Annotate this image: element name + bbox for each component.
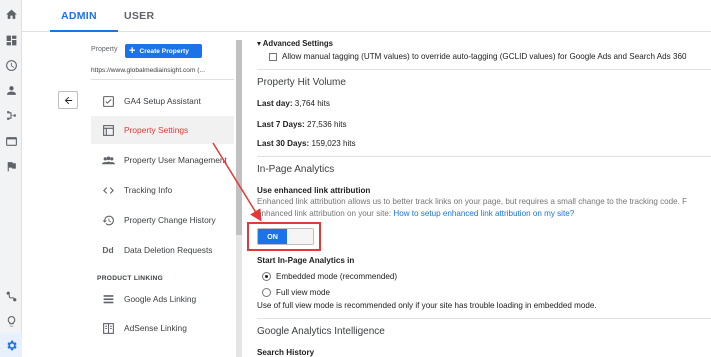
menu-item-google-ads-linking[interactable]: Google Ads Linking xyxy=(91,285,234,313)
google-ads-icon xyxy=(97,292,119,306)
embedded-mode-radio[interactable] xyxy=(262,272,271,281)
advanced-settings-toggle[interactable]: ▾ Advanced Settings xyxy=(257,39,333,48)
menu-item-adsense-linking[interactable]: AdSense Linking xyxy=(91,314,234,342)
analytics-intelligence-heading: Google Analytics Intelligence xyxy=(257,326,385,337)
customization-icon[interactable] xyxy=(4,33,18,47)
realtime-clock-icon[interactable] xyxy=(4,58,18,72)
menu-item-data-deletion-requests[interactable]: Dd Data Deletion Requests xyxy=(91,236,234,264)
full-view-mode-radio[interactable] xyxy=(262,288,271,297)
property-label: Property xyxy=(91,46,118,53)
code-icon xyxy=(97,183,119,197)
divider xyxy=(257,156,711,157)
collapse-back-button[interactable] xyxy=(58,91,78,109)
enhanced-link-description-text: enhanced link attribution on your site: xyxy=(257,209,392,218)
enhanced-link-description: Enhanced link attribution allows us to b… xyxy=(257,197,688,206)
property-hit-volume-heading: Property Hit Volume xyxy=(257,77,346,88)
last-30-days-label: Last 30 Days: xyxy=(257,139,310,148)
menu-item-property-user-management[interactable]: Property User Management xyxy=(91,146,234,174)
admin-tabs-bar: ADMIN USER xyxy=(22,0,711,32)
search-history-label: Search History xyxy=(257,348,315,357)
embedded-mode-label: Embedded mode (recommended) xyxy=(276,272,398,281)
in-page-analytics-heading: In-Page Analytics xyxy=(257,164,335,175)
menu-item-label: Tracking Info xyxy=(124,185,173,195)
property-settings-panel: ▾ Advanced Settings Allow manual tagging… xyxy=(245,32,711,357)
last-day-value: 3,764 hits xyxy=(294,99,330,108)
enhanced-link-description-line2: enhanced link attribution on your site: … xyxy=(257,209,574,218)
full-view-mode-label: Full view mode xyxy=(276,288,330,297)
dd-icon: Dd xyxy=(97,243,119,257)
plus-icon: + xyxy=(129,44,136,57)
history-icon xyxy=(97,213,119,227)
start-in-page-analytics-title: Start In-Page Analytics in xyxy=(257,256,355,265)
dd-icon-text: Dd xyxy=(102,245,114,255)
audience-person-icon[interactable] xyxy=(4,83,18,97)
menu-item-label: Property Change History xyxy=(124,215,216,225)
property-selector[interactable]: https://www.globalmediainsight.com (... xyxy=(91,67,226,74)
product-linking-heading: PRODUCT LINKING xyxy=(97,275,164,282)
enhanced-link-attribution-title: Use enhanced link attribution xyxy=(257,186,371,195)
menu-item-label: AdSense Linking xyxy=(124,323,187,333)
behavior-icon[interactable] xyxy=(4,134,18,148)
create-property-label: Create Property xyxy=(139,47,189,55)
menu-item-label: Property Settings xyxy=(124,125,189,135)
tab-admin[interactable]: ADMIN xyxy=(61,0,97,32)
menu-item-property-settings[interactable]: Property Settings xyxy=(91,116,234,144)
active-tab-indicator xyxy=(50,30,118,32)
menu-item-label: Data Deletion Requests xyxy=(124,245,213,255)
last-7-days-stat: Last 7 Days: 27,536 hits xyxy=(257,120,347,129)
sidebar-scrollbar[interactable] xyxy=(236,40,242,357)
property-settings-icon xyxy=(97,123,119,137)
divider xyxy=(257,69,711,70)
manual-tagging-label: Allow manual tagging (UTM values) to ove… xyxy=(282,52,687,61)
divider xyxy=(257,318,711,319)
full-view-mode-note: Use of full view mode is recommended onl… xyxy=(257,301,597,310)
menu-item-property-change-history[interactable]: Property Change History xyxy=(91,206,234,234)
enhanced-link-help-link[interactable]: How to setup enhanced link attribution o… xyxy=(393,209,574,218)
home-icon[interactable] xyxy=(4,7,18,21)
menu-item-label: Property User Management xyxy=(124,155,227,165)
adsense-icon xyxy=(97,321,119,335)
menu-item-tracking-info[interactable]: Tracking Info xyxy=(91,176,234,204)
last-day-label: Last day: xyxy=(257,99,293,108)
users-icon xyxy=(97,153,119,167)
advanced-settings-title: Advanced Settings xyxy=(262,39,333,48)
admin-gear-icon[interactable] xyxy=(4,338,18,352)
checkbox-icon xyxy=(97,94,119,108)
last-day-stat: Last day: 3,764 hits xyxy=(257,99,330,108)
divider xyxy=(91,79,234,80)
create-property-button[interactable]: + Create Property xyxy=(125,44,202,58)
menu-item-label: Google Ads Linking xyxy=(124,294,197,304)
last-30-days-value: 159,023 hits xyxy=(311,139,356,148)
last-30-days-stat: Last 30 Days: 159,023 hits xyxy=(257,139,356,148)
conversions-flag-icon[interactable] xyxy=(4,159,18,173)
manual-tagging-checkbox[interactable] xyxy=(269,53,277,61)
arrow-left-icon xyxy=(64,96,72,104)
tab-user[interactable]: USER xyxy=(124,0,154,32)
last-7-days-label: Last 7 Days: xyxy=(257,120,305,129)
discover-lightbulb-icon[interactable] xyxy=(4,314,18,328)
menu-item-label: GA4 Setup Assistant xyxy=(124,96,201,106)
annotation-highlight-box xyxy=(247,222,321,251)
acquisition-icon[interactable] xyxy=(4,108,18,122)
last-7-days-value: 27,536 hits xyxy=(306,120,347,129)
menu-item-ga4-setup-assistant[interactable]: GA4 Setup Assistant xyxy=(91,87,234,115)
attribution-icon[interactable] xyxy=(4,289,18,303)
scrollbar-thumb[interactable] xyxy=(236,40,242,235)
left-nav-rail xyxy=(0,0,22,357)
